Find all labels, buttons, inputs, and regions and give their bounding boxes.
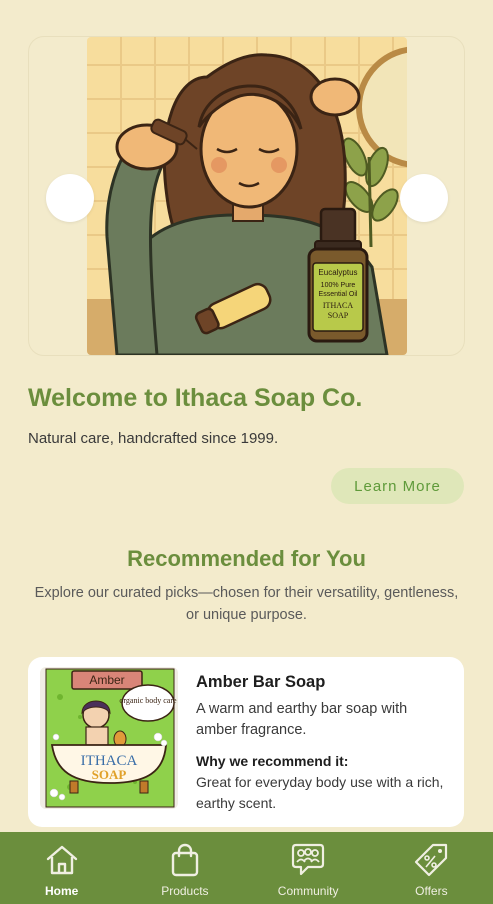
- product-image-badge: organic body care: [119, 696, 177, 705]
- bottom-nav: Home Products Community Offers: [0, 832, 493, 904]
- nav-item-products[interactable]: Products: [123, 832, 246, 904]
- carousel-next-button[interactable]: [400, 174, 448, 222]
- tag-icon: [415, 843, 448, 877]
- welcome-title: Welcome to Ithaca Soap Co.: [28, 384, 363, 412]
- bottle-label-line: 100% Pure: [321, 282, 356, 289]
- home-screen: Eucalyptus 100% Pure Essential Oil ITHAC…: [0, 0, 493, 904]
- bottle-label-line: Eucalyptus: [318, 268, 357, 277]
- recommended-title: Recommended for You: [127, 546, 366, 571]
- product-image-name: Amber: [89, 673, 124, 687]
- product-reason: Great for everyday body use with a rich,…: [196, 774, 444, 811]
- nav-item-community[interactable]: Community: [247, 832, 370, 904]
- shopping-bag-icon: [171, 843, 199, 877]
- welcome-subtitle: Natural care, handcrafted since 1999.: [28, 430, 279, 447]
- nav-label: Home: [44, 884, 79, 898]
- recommended-subtitle: Explore our curated picks—chosen for the…: [34, 585, 459, 623]
- nav-label: Products: [161, 884, 209, 898]
- community-icon: [292, 843, 325, 876]
- nav-item-offers[interactable]: Offers: [370, 832, 493, 904]
- nav-label: Offers: [415, 884, 448, 898]
- product-why-label: Why we recommend it:: [196, 753, 349, 769]
- bottle-label-line: Essential Oil: [319, 291, 358, 298]
- hero-image: Eucalyptus 100% Pure Essential Oil ITHAC…: [87, 37, 407, 355]
- learn-more-button[interactable]: Learn More: [331, 468, 464, 504]
- nav-label: Community: [277, 884, 339, 898]
- bottle-label-line: SOAP: [328, 311, 349, 320]
- product-image: Amber organic body care ITHACA SOAP: [40, 667, 178, 809]
- product-card[interactable]: Amber organic body care ITHACA SOAP Ambe…: [28, 657, 464, 827]
- product-description: A warm and earthy bar soap with amber fr…: [196, 701, 408, 738]
- product-image-brand: SOAP: [92, 767, 127, 782]
- carousel-prev-button[interactable]: [46, 174, 94, 222]
- home-icon: [46, 845, 77, 875]
- nav-item-home[interactable]: Home: [0, 832, 123, 904]
- hero-carousel[interactable]: Eucalyptus 100% Pure Essential Oil ITHAC…: [28, 36, 465, 356]
- bottle-label-line: ITHACA: [323, 301, 353, 310]
- product-name: Amber Bar Soap: [196, 673, 326, 691]
